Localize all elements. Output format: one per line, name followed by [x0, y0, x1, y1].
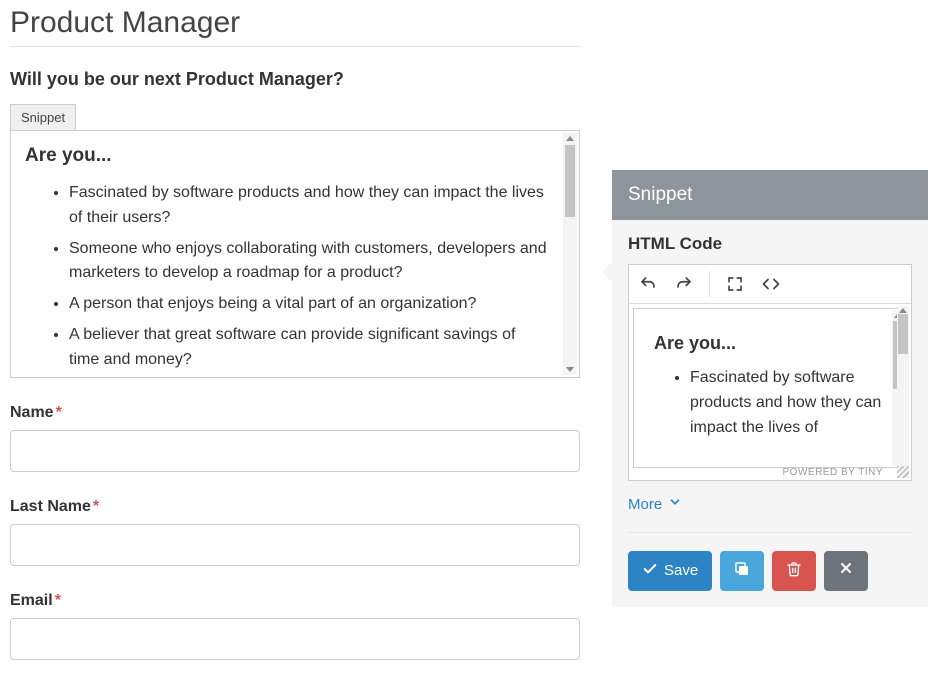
undo-icon[interactable] — [637, 273, 659, 295]
divider — [628, 532, 912, 533]
snippet-bullet: Someone who enjoys collaborating with cu… — [69, 237, 549, 287]
editor-bullet: Fascinated by software products and how … — [690, 366, 888, 440]
snippet-panel: Snippet HTML Code — [612, 170, 928, 607]
html-editor: Are you... Fascinated by software produc… — [628, 264, 912, 481]
name-label: Name* — [10, 404, 580, 422]
close-button[interactable] — [824, 551, 868, 591]
panel-title: Snippet — [612, 170, 928, 220]
editor-content-area[interactable]: Are you... Fascinated by software produc… — [633, 308, 907, 468]
save-button[interactable]: Save — [628, 551, 712, 591]
copy-button[interactable] — [720, 551, 764, 591]
panel-section-label: HTML Code — [628, 234, 912, 254]
snippet-bullet: A person that enjoys being a vital part … — [69, 292, 549, 317]
resize-handle-icon[interactable] — [897, 466, 909, 478]
snippet-bullet: Fascinated by software products and how … — [69, 181, 549, 231]
scrollbar[interactable] — [897, 306, 909, 478]
more-toggle[interactable]: More — [628, 495, 682, 513]
question-heading: Will you be our next Product Manager? — [10, 69, 580, 90]
code-icon[interactable] — [760, 273, 782, 295]
email-input[interactable] — [10, 618, 580, 660]
powered-by-tiny: POWERED BY TINY — [783, 467, 883, 478]
fullscreen-icon[interactable] — [724, 273, 746, 295]
panel-arrow-icon — [602, 262, 612, 282]
last-name-input[interactable] — [10, 524, 580, 566]
tab-snippet[interactable]: Snippet — [10, 104, 76, 130]
snippet-heading: Are you... — [25, 145, 549, 167]
snippet-bullet: A believer that great software can provi… — [69, 323, 549, 373]
redo-icon[interactable] — [673, 273, 695, 295]
check-icon — [642, 561, 658, 581]
close-icon — [838, 559, 854, 582]
chevron-down-icon — [668, 495, 682, 513]
last-name-label: Last Name* — [10, 498, 580, 516]
snippet-preview: Are you... Fascinated by software produc… — [10, 130, 580, 378]
delete-button[interactable] — [772, 551, 816, 591]
scrollbar[interactable] — [563, 133, 577, 375]
editor-heading: Are you... — [654, 333, 888, 354]
copy-icon — [733, 560, 751, 582]
name-input[interactable] — [10, 430, 580, 472]
trash-icon — [786, 560, 802, 582]
email-label: Email* — [10, 592, 580, 610]
page-title: Product Manager — [10, 6, 580, 47]
